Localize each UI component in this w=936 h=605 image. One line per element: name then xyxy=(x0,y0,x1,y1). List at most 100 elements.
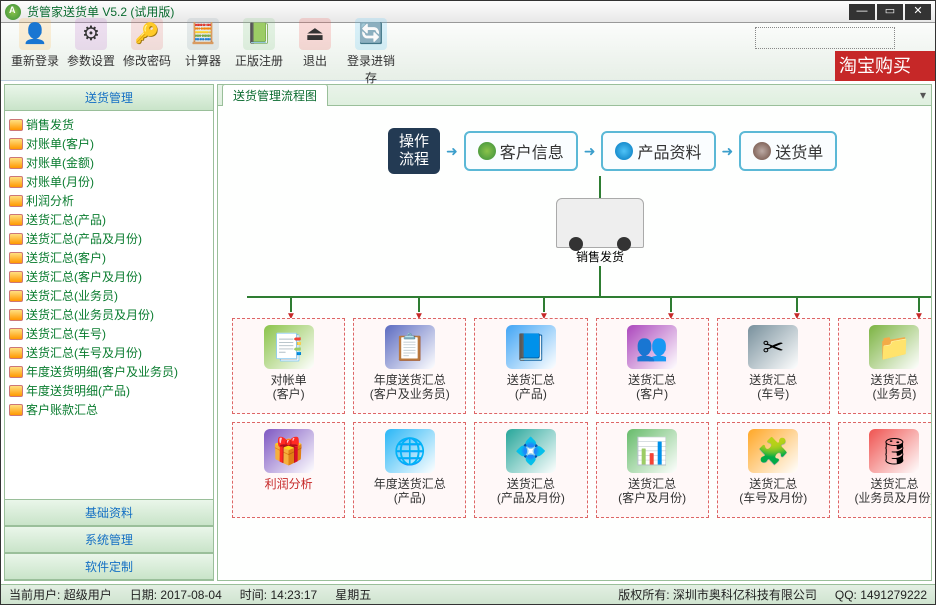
toolbar-登录进销存[interactable]: 🔄登录进销存 xyxy=(343,18,399,86)
toolbar-重新登录[interactable]: 👤重新登录 xyxy=(7,18,63,86)
card-icon: 👥 xyxy=(627,325,677,369)
card-icon: 📑 xyxy=(264,325,314,369)
card-icon: 🌐 xyxy=(385,429,435,473)
status-copyright: 版权所有: 深圳市奥科亿科技有限公司 xyxy=(618,586,817,603)
tree-item[interactable]: 送货汇总(业务员及月份) xyxy=(7,305,211,324)
flow-card[interactable]: 💠送货汇总(产品及月份) xyxy=(474,422,587,518)
tree-item[interactable]: 对账单(客户) xyxy=(7,134,211,153)
tree-item[interactable]: 对账单(月份) xyxy=(7,172,211,191)
card-icon: 📋 xyxy=(385,325,435,369)
product-icon xyxy=(615,142,633,160)
toolbar-icon: 🧮 xyxy=(187,18,219,50)
status-user: 超级用户 xyxy=(64,588,112,602)
folder-icon xyxy=(9,233,23,245)
nav-group-basic[interactable]: 基础资料 xyxy=(5,499,213,526)
toolbar-icon: 📗 xyxy=(243,18,275,50)
toolbar-正版注册[interactable]: 📗正版注册 xyxy=(231,18,287,86)
tree-item[interactable]: 送货汇总(客户及月份) xyxy=(7,267,211,286)
tree-item[interactable]: 年度送货明细(客户及业务员) xyxy=(7,362,211,381)
flow-card[interactable]: 🧩送货汇总(车号及月份) xyxy=(717,422,830,518)
flow-canvas: 操作 流程 ➜ 客户信息 ➜ 产品资料 ➜ 送货单 销售发货 📑对帐单(客户)📋… xyxy=(217,106,932,581)
flow-card[interactable]: 📋年度送货汇总(客户及业务员) xyxy=(353,318,466,414)
card-icon: 🧩 xyxy=(748,429,798,473)
arrow-icon: ➜ xyxy=(446,143,458,160)
flow-card[interactable]: 🛢送货汇总(业务员及月份) xyxy=(838,422,932,518)
flow-delivery-note[interactable]: 送货单 xyxy=(739,131,837,171)
toolbar-icon: ⚙ xyxy=(75,18,107,50)
card-icon: 🎁 xyxy=(264,429,314,473)
tree-item[interactable]: 送货汇总(车号及月份) xyxy=(7,343,211,362)
card-icon: 🛢 xyxy=(869,429,919,473)
arrow-icon: ➜ xyxy=(722,143,734,160)
flow-customer-info[interactable]: 客户信息 xyxy=(464,131,578,171)
status-bar: 当前用户: 超级用户 日期: 2017-08-04 时间: 14:23:17 星… xyxy=(1,584,935,604)
minimize-button[interactable]: — xyxy=(849,4,875,20)
tree-item[interactable]: 送货汇总(客户) xyxy=(7,248,211,267)
folder-icon xyxy=(9,252,23,264)
flow-card[interactable]: 📑对帐单(客户) xyxy=(232,318,345,414)
customer-icon xyxy=(478,142,496,160)
folder-icon xyxy=(9,176,23,188)
taobao-buy-button[interactable]: 淘宝购买 xyxy=(835,51,935,81)
flow-card[interactable]: 🌐年度送货汇总(产品) xyxy=(353,422,466,518)
toolbar-icon: 🔑 xyxy=(131,18,163,50)
toolbar-修改密码[interactable]: 🔑修改密码 xyxy=(119,18,175,86)
toolbar-退出[interactable]: ⏏退出 xyxy=(287,18,343,86)
folder-icon xyxy=(9,214,23,226)
flow-card[interactable]: 🎁利润分析 xyxy=(232,422,345,518)
flow-sales-delivery[interactable]: 销售发货 xyxy=(540,198,660,265)
left-nav-panel: 送货管理 销售发货对账单(客户)对账单(金额)对账单(月份)利润分析送货汇总(产… xyxy=(4,84,214,581)
card-icon: 📘 xyxy=(506,325,556,369)
tab-dropdown-icon[interactable]: ▾ xyxy=(915,88,931,102)
flow-card[interactable]: 📁送货汇总(业务员) xyxy=(838,318,932,414)
folder-icon xyxy=(9,138,23,150)
card-icon: ✂ xyxy=(748,325,798,369)
flow-card[interactable]: 📊送货汇总(客户及月份) xyxy=(596,422,709,518)
card-icon: 💠 xyxy=(506,429,556,473)
toolbar-参数设置[interactable]: ⚙参数设置 xyxy=(63,18,119,86)
tree-item[interactable]: 年度送货明细(产品) xyxy=(7,381,211,400)
tree-item[interactable]: 送货汇总(车号) xyxy=(7,324,211,343)
toolbar-计算器[interactable]: 🧮计算器 xyxy=(175,18,231,86)
toolbar-icon: ⏏ xyxy=(299,18,331,50)
folder-icon xyxy=(9,157,23,169)
tree-item[interactable]: 送货汇总(产品及月份) xyxy=(7,229,211,248)
flow-start-node: 操作 流程 xyxy=(388,128,440,174)
status-qq: 1491279222 xyxy=(860,588,927,602)
tree-item[interactable]: 销售发货 xyxy=(7,115,211,134)
folder-icon xyxy=(9,290,23,302)
toolbar-icon: 🔄 xyxy=(355,18,387,50)
folder-icon xyxy=(9,119,23,131)
tree-item[interactable]: 送货汇总(产品) xyxy=(7,210,211,229)
flow-card[interactable]: ✂送货汇总(车号) xyxy=(717,318,830,414)
flow-card[interactable]: 👥送货汇总(客户) xyxy=(596,318,709,414)
tree-item[interactable]: 对账单(金额) xyxy=(7,153,211,172)
folder-icon xyxy=(9,271,23,283)
tree-item[interactable]: 客户账款汇总 xyxy=(7,400,211,419)
close-button[interactable]: ✕ xyxy=(905,4,931,20)
nav-group-delivery[interactable]: 送货管理 xyxy=(5,85,213,111)
main-toolbar: 👤重新登录⚙参数设置🔑修改密码🧮计算器📗正版注册⏏退出🔄登录进销存 淘宝购买 xyxy=(1,23,935,81)
card-icon: 📁 xyxy=(869,325,919,369)
folder-icon xyxy=(9,366,23,378)
status-time: 14:23:17 xyxy=(270,588,317,602)
toolbar-icon: 👤 xyxy=(19,18,51,50)
folder-icon xyxy=(9,347,23,359)
van-icon xyxy=(556,198,644,248)
flow-product-info[interactable]: 产品资料 xyxy=(601,131,715,171)
tab-bar: 送货管理流程图 ▾ xyxy=(217,84,932,106)
tree-item[interactable]: 送货汇总(业务员) xyxy=(7,286,211,305)
nav-group-system[interactable]: 系统管理 xyxy=(5,526,213,553)
flow-card[interactable]: 📘送货汇总(产品) xyxy=(474,318,587,414)
nav-group-custom[interactable]: 软件定制 xyxy=(5,553,213,580)
folder-icon xyxy=(9,404,23,416)
nav-tree: 销售发货对账单(客户)对账单(金额)对账单(月份)利润分析送货汇总(产品)送货汇… xyxy=(5,111,213,499)
maximize-button[interactable]: ▭ xyxy=(877,4,903,20)
folder-icon xyxy=(9,309,23,321)
status-date: 2017-08-04 xyxy=(160,588,221,602)
tree-item[interactable]: 利润分析 xyxy=(7,191,211,210)
delivery-icon xyxy=(753,142,771,160)
ribbon-banner xyxy=(755,27,895,49)
tab-flowchart[interactable]: 送货管理流程图 xyxy=(222,84,328,106)
folder-icon xyxy=(9,328,23,340)
